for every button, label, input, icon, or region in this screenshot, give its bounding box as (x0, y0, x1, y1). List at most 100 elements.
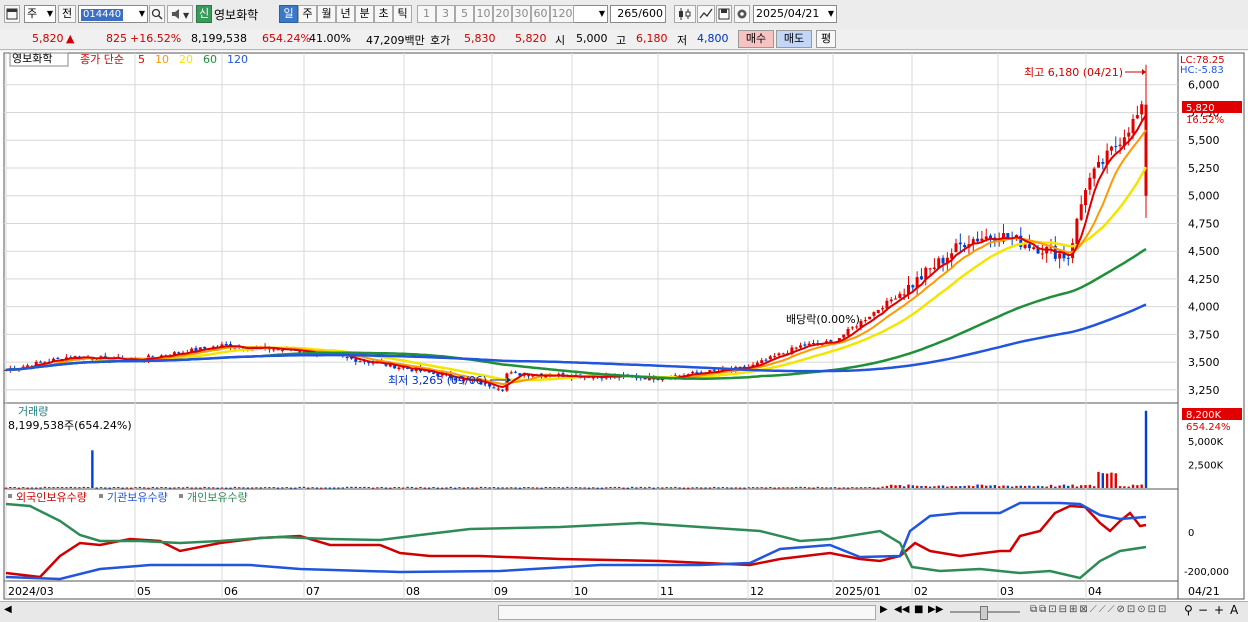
volume-bar (782, 487, 785, 489)
candle-body (492, 387, 496, 389)
volume-bar (915, 485, 919, 488)
legend-marker (179, 494, 183, 498)
zoom-in-icon[interactable]: + (1214, 603, 1224, 617)
volume-bar (566, 486, 569, 488)
gear-icon[interactable] (734, 5, 750, 23)
candle-body (224, 343, 228, 346)
buy-button[interactable]: 매수 (738, 30, 774, 48)
speaker-icon[interactable]: ▼ (167, 5, 193, 23)
line-tool-icon[interactable] (697, 5, 715, 23)
candle-body (812, 343, 815, 345)
x-tick: 10 (574, 585, 588, 598)
candle-body (496, 388, 500, 390)
volume-bar (86, 486, 90, 488)
minute-tab-5[interactable]: 5 (455, 5, 474, 23)
period-tab-2[interactable]: 월 (317, 5, 336, 23)
candle-body (1066, 257, 1070, 259)
volume-bar (648, 486, 651, 488)
scroll-right-icon[interactable]: ▶ (880, 604, 888, 615)
tool-icons[interactable]: ⧉⧉⊡⊟⊞⊠⟋⟋⟋⊘⊡⊙⊡⊡ (1030, 604, 1168, 615)
volume-bar (324, 487, 327, 489)
volume-bar (99, 487, 103, 489)
volume-bar (147, 487, 150, 489)
period-tab-3[interactable]: 년 (336, 5, 355, 23)
minute-tab-30[interactable]: 30 (512, 5, 531, 23)
window-icon[interactable] (4, 5, 20, 23)
blank-select[interactable]: ▼ (570, 5, 608, 23)
scroll-left-icon[interactable]: ◀ (4, 604, 12, 615)
search-icon[interactable]: ⚲ (1184, 603, 1193, 617)
save-icon[interactable] (716, 5, 732, 23)
volume-bar (1071, 484, 1074, 488)
candle-body (298, 351, 302, 353)
volume-bar (1032, 486, 1035, 488)
search-icon[interactable] (149, 5, 165, 23)
volume-bar (976, 484, 979, 488)
volume-bar (959, 486, 962, 488)
volume-bar (22, 487, 25, 489)
volume-bar (52, 487, 55, 489)
volume-bar (548, 487, 552, 489)
zoom-out-icon[interactable]: − (1198, 603, 1208, 617)
stop-icon[interactable]: ■ (914, 604, 923, 615)
volume-bar (1049, 484, 1053, 488)
volume-tick: 2,500K (1188, 460, 1224, 471)
volume-bar (1114, 473, 1117, 488)
eval-button[interactable]: 평 (816, 30, 836, 48)
x-tick: 06 (224, 585, 238, 598)
sell-button[interactable]: 매도 (776, 30, 812, 48)
volume-bar (795, 486, 798, 488)
zoom-slider-thumb[interactable] (980, 606, 988, 620)
scrollbar[interactable]: ◀ ▶ ◀◀ ■ ▶▶ ⧉⧉⊡⊟⊞⊠⟋⟋⟋⊘⊡⊙⊡⊡ ⚲ − + A (0, 601, 1248, 622)
minute-tab-120[interactable]: 120 (550, 5, 574, 23)
minute-tab-20[interactable]: 20 (493, 5, 512, 23)
x-tick-last: 04/21 (1188, 585, 1220, 598)
volume-bar (177, 487, 180, 489)
volume-bar (268, 487, 271, 489)
volume-bar (855, 487, 858, 489)
candle-body (863, 320, 867, 322)
minute-tab-1[interactable]: 1 (417, 5, 436, 23)
date-input[interactable]: 2025/04/21 ▼ (753, 5, 837, 23)
code-value: 014440 (81, 9, 124, 21)
volume-bar (872, 487, 876, 489)
count-input[interactable]: 265/600 (610, 5, 666, 23)
minute-tab-60[interactable]: 60 (531, 5, 550, 23)
forward-icon[interactable]: ▶▶ (928, 604, 943, 615)
period-tab-1[interactable]: 주 (298, 5, 317, 23)
scope-button[interactable]: 전 (58, 5, 76, 23)
volume-bar (73, 487, 77, 489)
volume-bar (65, 487, 68, 489)
chevron-down-icon: ▼ (598, 9, 605, 18)
volume-bar (108, 487, 111, 489)
candle-body (799, 345, 803, 348)
volume-bar (825, 487, 828, 489)
x-tick: 07 (306, 585, 320, 598)
minute-tab-3[interactable]: 3 (436, 5, 455, 23)
volume-bar (125, 487, 129, 489)
period-tab-4[interactable]: 분 (355, 5, 374, 23)
volume-bar (354, 486, 357, 488)
volume-bar (820, 487, 824, 489)
candle-type-icon[interactable] (674, 5, 696, 23)
market-select[interactable]: 주 ▼ (24, 5, 56, 23)
volume-bar (190, 487, 193, 489)
volume-bar (1054, 486, 1057, 488)
chart-svg[interactable]: 6,0005,7505,5005,2505,0004,7504,5004,250… (0, 51, 1248, 601)
rewind-icon[interactable]: ◀◀ (894, 604, 909, 615)
volume-bar (432, 486, 435, 488)
volume-bar (199, 487, 202, 489)
period-tab-0[interactable]: 일 (279, 5, 298, 23)
minute-tab-10[interactable]: 10 (474, 5, 493, 23)
volume-bar (1127, 486, 1130, 488)
volume-bar (1123, 486, 1126, 488)
period-tab-5[interactable]: 초 (374, 5, 393, 23)
volume-bar (1045, 486, 1048, 488)
volume-bar (117, 486, 120, 488)
scroll-thumb[interactable] (498, 605, 876, 620)
volume-bar (980, 484, 984, 488)
font-size-icon[interactable]: A (1230, 603, 1238, 617)
legend-marker (99, 494, 103, 498)
code-input[interactable]: 014440 ▼ (78, 5, 148, 23)
period-tab-6[interactable]: 틱 (393, 5, 412, 23)
